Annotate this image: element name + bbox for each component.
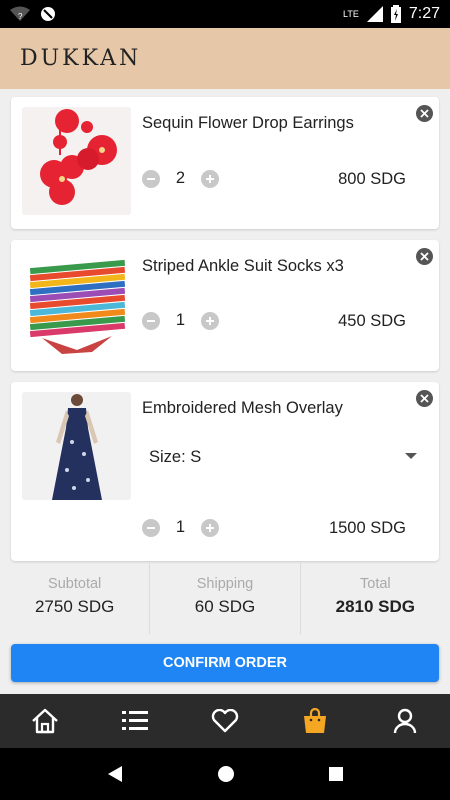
- increase-quantity-button[interactable]: [201, 518, 219, 537]
- minus-icon: [147, 319, 155, 322]
- subtotal-cell: Subtotal 2750 SDG: [0, 563, 151, 634]
- total-value: 2810 SDG: [335, 597, 416, 616]
- decrease-quantity-button[interactable]: [142, 311, 160, 330]
- close-icon: [420, 252, 429, 261]
- cart-item: Sequin Flower Drop Earrings 2 800 SDG: [11, 97, 439, 229]
- remove-item-button[interactable]: [416, 105, 433, 122]
- svg-text:?: ?: [18, 12, 23, 21]
- shipping-label: Shipping: [196, 576, 254, 592]
- item-price: 800 SDG: [338, 170, 406, 188]
- increase-quantity-button[interactable]: [201, 169, 219, 188]
- quantity-value: 1: [175, 311, 186, 329]
- cart-item: Embroidered Mesh Overlay Size: S 1 1500 …: [11, 382, 439, 561]
- bottom-nav: [0, 694, 450, 748]
- wifi-icon: ?: [10, 6, 30, 21]
- nav-profile[interactable]: [383, 699, 427, 743]
- back-icon[interactable]: [106, 765, 124, 783]
- cart-item: Striped Ankle Suit Socks x3 1 450 SDG: [11, 240, 439, 371]
- close-icon: [420, 394, 429, 403]
- nav-home[interactable]: [23, 699, 67, 743]
- order-summary: Subtotal 2750 SDG Shipping 60 SDG Total …: [0, 563, 450, 634]
- nav-list[interactable]: [113, 699, 157, 743]
- system-nav: [0, 748, 450, 800]
- brand-logo: DUKKAN: [20, 46, 142, 71]
- shipping-cell: Shipping 60 SDG: [150, 563, 301, 634]
- quantity-stepper: 1: [142, 311, 219, 330]
- plus-icon: [206, 316, 214, 325]
- minus-icon: [147, 526, 155, 529]
- size-select-value: Size: S: [149, 447, 202, 466]
- increase-quantity-button[interactable]: [201, 311, 219, 330]
- dropdown-arrow-icon: [405, 453, 417, 459]
- quantity-stepper: 1: [142, 518, 219, 537]
- subtotal-label: Subtotal: [48, 576, 102, 592]
- recents-icon[interactable]: [328, 766, 344, 782]
- status-bar: ? LTE 7:27: [0, 0, 450, 28]
- item-name: Sequin Flower Drop Earrings: [142, 114, 354, 132]
- item-price: 450 SDG: [338, 312, 406, 330]
- home-icon: [32, 708, 58, 734]
- product-image-socks[interactable]: [22, 250, 131, 358]
- clock: 7:27: [408, 5, 440, 22]
- heart-icon: [211, 709, 239, 733]
- remove-item-button[interactable]: [416, 390, 433, 407]
- battery-icon: [390, 5, 401, 23]
- decrease-quantity-button[interactable]: [142, 169, 160, 188]
- decrease-quantity-button[interactable]: [142, 518, 160, 537]
- nav-favorites[interactable]: [203, 699, 247, 743]
- size-select[interactable]: Size: S: [149, 445, 417, 469]
- product-image-dress[interactable]: [22, 392, 131, 500]
- product-image-earrings[interactable]: [22, 107, 131, 215]
- item-name: Embroidered Mesh Overlay: [142, 399, 343, 417]
- confirm-order-button[interactable]: CONFIRM ORDER: [11, 644, 439, 682]
- quantity-stepper: 2: [142, 169, 219, 188]
- subtotal-value: 2750 SDG: [34, 597, 115, 616]
- nav-cart[interactable]: [293, 699, 337, 743]
- close-icon: [420, 109, 429, 118]
- signal-icon: [366, 6, 383, 22]
- quantity-value: 2: [175, 169, 186, 187]
- remove-item-button[interactable]: [416, 248, 433, 265]
- item-name: Striped Ankle Suit Socks x3: [142, 257, 344, 275]
- shipping-value: 60 SDG: [194, 597, 256, 616]
- lte-label: LTE: [343, 9, 359, 19]
- user-icon: [393, 708, 417, 734]
- minus-icon: [147, 177, 155, 180]
- list-icon: [122, 711, 148, 730]
- total-cell: Total 2810 SDG: [301, 563, 450, 634]
- plus-icon: [206, 174, 214, 183]
- total-label: Total: [360, 576, 391, 592]
- item-price: 1500 SDG: [328, 519, 406, 537]
- app-header: DUKKAN: [0, 28, 450, 89]
- no-sim-icon: [41, 7, 55, 21]
- shopping-bag-icon: [304, 708, 326, 733]
- quantity-value: 1: [175, 518, 186, 536]
- home-circle-icon[interactable]: [217, 765, 235, 783]
- plus-icon: [206, 523, 214, 532]
